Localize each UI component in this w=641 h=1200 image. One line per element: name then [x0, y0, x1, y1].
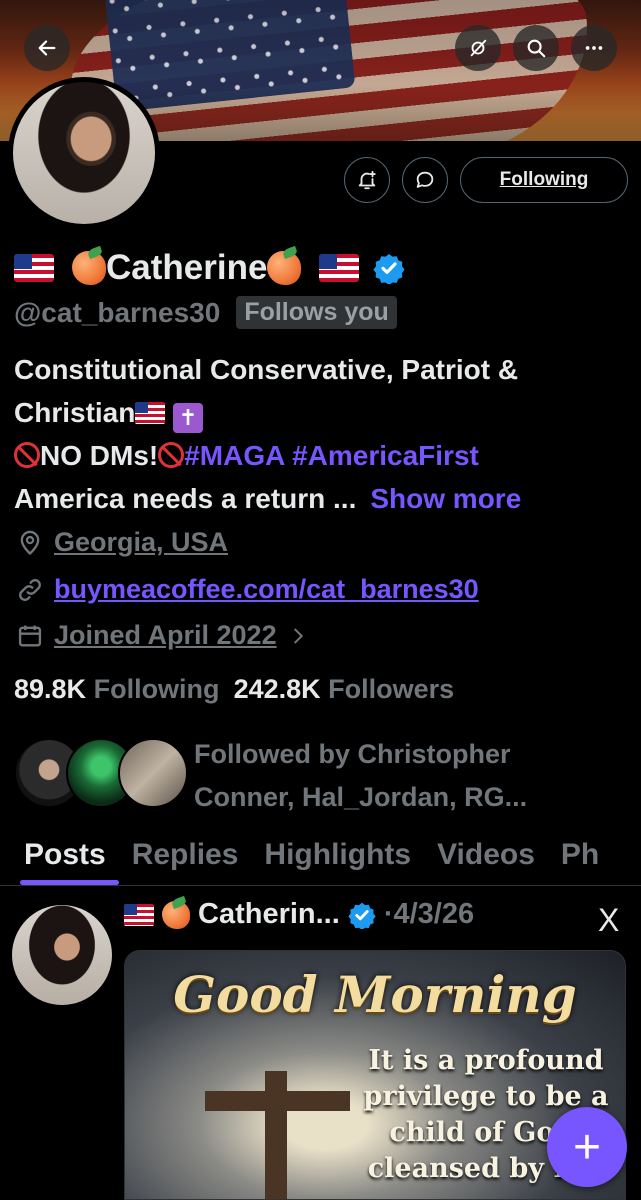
profile-bio: Constitutional Conservative, Patriot & C… — [14, 348, 629, 520]
eye-slash-icon — [470, 39, 487, 57]
profile-tabs: Posts Replies Highlights Videos Ph — [0, 828, 641, 886]
x-logo-icon: X — [598, 902, 620, 938]
display-name-row: Catherine — [14, 246, 406, 290]
location-text: Georgia, USA — [54, 527, 229, 557]
chevron-right-icon — [293, 628, 303, 643]
avatar-image — [13, 82, 155, 224]
follows-you-badge: Follows you — [236, 296, 397, 329]
following-button[interactable]: Following — [460, 157, 628, 203]
more-button[interactable] — [571, 25, 617, 71]
tab-photos[interactable]: Ph — [548, 828, 612, 885]
handle-row: @cat_barnes30 Follows you — [14, 296, 397, 329]
tab-videos[interactable]: Videos — [424, 828, 548, 885]
verified-badge-icon[interactable] — [373, 252, 406, 284]
follow-stats: 89.8K Following 242.8K Followers — [14, 674, 454, 705]
followed-by-text[interactable]: Followed by Christopher Conner, Hal_Jord… — [194, 733, 614, 819]
tab-replies[interactable]: Replies — [119, 828, 252, 885]
calendar-icon — [18, 625, 42, 646]
bio-line: Constitutional Conservative, Patriot & — [14, 354, 519, 385]
tab-posts[interactable]: Posts — [0, 828, 119, 885]
post-author-name[interactable]: Catherin... — [198, 898, 340, 931]
prohibited-icon — [14, 442, 40, 468]
following-stat[interactable]: 89.8K Following — [14, 674, 220, 705]
search-icon — [527, 39, 546, 58]
post-author-avatar[interactable] — [12, 905, 112, 1005]
search-button[interactable] — [513, 25, 559, 71]
arrow-left-icon — [38, 40, 56, 56]
prohibited-icon — [158, 442, 185, 468]
display-name: Catherine — [106, 248, 268, 287]
bio-line: NO DMs! #MAGA #AmericaFirst — [14, 434, 629, 477]
bell-plus-icon — [358, 170, 376, 190]
website-link[interactable]: buymeacoffee.com/cat_barnes30 — [54, 574, 479, 605]
link-icon — [19, 578, 41, 601]
latin-cross-emoji: ✝ — [173, 402, 204, 433]
peach-emoji — [267, 251, 302, 285]
bio-line: Christian ✝ — [14, 391, 629, 434]
message-icon — [416, 171, 434, 188]
location-row: Georgia, USA — [16, 527, 228, 558]
profile-avatar[interactable] — [8, 77, 160, 229]
peach-emoji — [72, 251, 106, 285]
message-button[interactable] — [402, 157, 448, 203]
hashtag-americafirst-link[interactable]: #AmericaFirst — [292, 440, 479, 471]
notifications-button[interactable] — [344, 157, 390, 203]
peach-emoji — [162, 900, 190, 929]
us-flag-emoji — [319, 254, 360, 282]
user-handle: @cat_barnes30 — [14, 296, 221, 328]
joined-date: Joined April 2022 — [54, 620, 277, 650]
followers-stat[interactable]: 242.8K Followers — [234, 674, 455, 705]
post-date[interactable]: ·4/3/26 — [384, 898, 474, 931]
verified-badge-icon — [348, 902, 376, 929]
compose-fab-button[interactable]: + — [547, 1107, 627, 1187]
location-pin-icon — [20, 530, 40, 555]
media-title: Good Morning — [173, 965, 577, 1024]
hashtag-maga-link[interactable]: #MAGA — [184, 440, 284, 471]
hide-button[interactable] — [455, 25, 501, 71]
us-flag-emoji — [14, 254, 54, 282]
post-header: Catherin... ·4/3/26 — [124, 898, 474, 931]
website-row: buymeacoffee.com/cat_barnes30 — [16, 574, 479, 605]
joined-row[interactable]: Joined April 2022 — [16, 620, 309, 651]
show-more-link[interactable]: Show more — [370, 483, 521, 514]
bio-line: America needs a return ... Show more — [14, 483, 522, 514]
tab-highlights[interactable]: Highlights — [251, 828, 424, 885]
back-button[interactable] — [24, 25, 70, 71]
mutual-followers-avatars[interactable] — [14, 738, 188, 810]
avatar — [118, 738, 188, 808]
us-flag-emoji — [124, 903, 154, 926]
more-horizontal-icon — [585, 46, 603, 50]
us-flag-emoji — [135, 402, 166, 424]
